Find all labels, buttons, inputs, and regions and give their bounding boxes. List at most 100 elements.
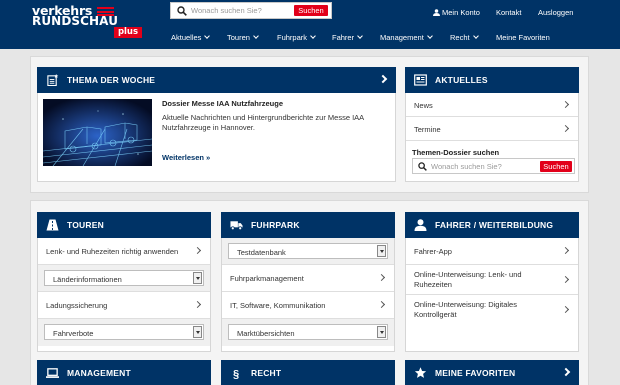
touren-title: TOUREN	[67, 220, 104, 230]
fahrer-title: FAHRER / WEITERBILDUNG	[435, 220, 554, 230]
nav-label: Touren	[227, 33, 250, 42]
aktuelles-header: AKTUELLES	[405, 67, 579, 93]
fuhrpark-row-management[interactable]: Fuhrparkmanagement	[222, 265, 394, 292]
favoriten-header[interactable]: MEINE FAVORITEN	[405, 360, 579, 385]
nav-touren[interactable]: Touren	[227, 33, 259, 42]
recht-title: RECHT	[251, 368, 282, 378]
aktuelles-item-news[interactable]: News	[406, 93, 578, 117]
recht-header[interactable]: § RECHT	[221, 360, 395, 385]
contact-link[interactable]: Kontakt	[496, 8, 521, 17]
chevron-right-icon	[561, 367, 571, 377]
row-label: Termine	[414, 125, 441, 134]
fuhrpark-header[interactable]: FUHRPARK	[221, 212, 395, 238]
touren-header[interactable]: TOUREN	[37, 212, 211, 238]
chevron-down-icon	[310, 33, 316, 39]
row-label: Fahrer-App	[414, 247, 452, 256]
logo-line2: RUNDSCHAU	[32, 14, 119, 28]
logo-plus: plus	[114, 27, 142, 38]
search-icon	[418, 162, 427, 171]
nav-favoriten[interactable]: Meine Favoriten	[496, 33, 550, 42]
truck-icon	[230, 221, 243, 231]
newspaper-icon	[414, 74, 427, 86]
road-icon	[46, 219, 59, 231]
themen-search-label: Themen-Dossier suchen	[412, 148, 500, 157]
row-label: News	[414, 101, 433, 110]
touren-panel: TOUREN Lenk- und Ruhezeiten richtig anwe…	[37, 212, 211, 352]
nav-label: Fuhrpark	[277, 33, 308, 42]
fahrer-row-lenkzeiten[interactable]: Online-Unterweisung: Lenk- und Ruhezeite…	[406, 265, 578, 295]
nav-label: Fahrer	[332, 33, 355, 42]
chevron-right-icon	[561, 305, 570, 314]
themen-search-button[interactable]: Suchen	[540, 161, 572, 172]
select-value: Länderinformationen	[53, 275, 122, 284]
markt-select[interactable]: Marktübersichten	[228, 324, 388, 340]
chevron-right-icon	[378, 74, 388, 84]
chevron-right-icon	[193, 300, 202, 309]
search-button[interactable]: Suchen	[294, 5, 328, 16]
themen-search-input[interactable]	[431, 160, 531, 172]
dropdown-arrow-icon	[377, 326, 386, 338]
chevron-right-icon	[193, 246, 202, 255]
themen-search: Suchen	[412, 158, 575, 174]
dropdown-arrow-icon	[377, 245, 386, 257]
nav-fuhrpark[interactable]: Fuhrpark	[277, 33, 316, 42]
row-label: Online-Unterweisung: Lenk- und Ruhezeite…	[414, 270, 522, 289]
thema-panel: THEMA DER WOCHE Dossier Messe IAA Nutzfa…	[37, 67, 396, 182]
fahrer-panel: FAHRER / WEITERBILDUNG Fahrer-App Online…	[405, 212, 579, 352]
laptop-icon	[46, 368, 59, 378]
fahrverbote-select[interactable]: Fahrverbote	[44, 324, 204, 340]
account-link[interactable]: Mein Konto	[433, 8, 480, 17]
select-value: Fahrverbote	[53, 329, 94, 338]
touren-row-fahrverbote: Fahrverbote	[38, 319, 210, 346]
dossier-headline[interactable]: Dossier Messe IAA Nutzfahrzeuge	[162, 99, 283, 108]
chevron-down-icon	[204, 33, 211, 39]
chevron-down-icon	[426, 33, 433, 39]
fahrer-row-app[interactable]: Fahrer-App	[406, 238, 578, 265]
chevron-right-icon	[561, 100, 570, 109]
nav-label: Recht	[450, 33, 470, 42]
fuhrpark-title: FUHRPARK	[251, 220, 300, 230]
thema-header[interactable]: THEMA DER WOCHE	[37, 67, 396, 93]
fuhrpark-row-it[interactable]: IT, Software, Kommunikation	[222, 292, 394, 319]
nav-fahrer[interactable]: Fahrer	[332, 33, 363, 42]
fahrer-header[interactable]: FAHRER / WEITERBILDUNG	[405, 212, 579, 238]
touren-row-lenkzeiten[interactable]: Lenk- und Ruhezeiten richtig anwenden	[38, 238, 210, 265]
account-label: Mein Konto	[442, 8, 480, 17]
dossier-text: Aktuelle Nachrichten und Hintergrundberi…	[162, 113, 364, 132]
chevron-right-icon	[561, 124, 570, 133]
search-input[interactable]	[191, 4, 291, 17]
laender-select[interactable]: Länderinformationen	[44, 270, 204, 286]
row-label: Ladungssicherung	[46, 301, 108, 310]
thema-image[interactable]	[43, 99, 152, 166]
read-more-link[interactable]: Weiterlesen »	[162, 153, 210, 162]
nav-aktuelles[interactable]: Aktuelles	[171, 33, 211, 42]
user-icon	[414, 219, 427, 231]
row-label: Fuhrparkmanagement	[230, 274, 304, 283]
search-icon	[177, 6, 187, 16]
user-icon	[433, 9, 440, 16]
logout-link[interactable]: Ausloggen	[538, 8, 573, 17]
favoriten-title: MEINE FAVORITEN	[435, 368, 516, 378]
header-search: Suchen	[170, 2, 332, 19]
aktuelles-item-termine[interactable]: Termine	[406, 117, 578, 141]
select-value: Testdatenbank	[237, 248, 286, 257]
star-icon	[414, 367, 427, 378]
aktuelles-panel: AKTUELLES News Termine Themen-Dossier su…	[405, 67, 579, 182]
touren-row-ladung[interactable]: Ladungssicherung	[38, 292, 210, 319]
site-header: verkehrs RUNDSCHAU plus Suchen Mein Kont…	[0, 0, 620, 49]
nav-recht[interactable]: Recht	[450, 33, 479, 42]
touren-row-laender: Länderinformationen	[38, 265, 210, 292]
nav-label: Aktuelles	[171, 33, 202, 42]
svg-text:§: §	[233, 368, 239, 379]
favoriten-panel: MEINE FAVORITEN	[405, 360, 579, 385]
row-label: Online-Unterweisung: Digitales Kontrollg…	[414, 300, 517, 319]
thema-title: THEMA DER WOCHE	[67, 75, 156, 85]
row-label: IT, Software, Kommunikation	[230, 301, 326, 310]
chevron-down-icon	[357, 33, 363, 39]
nav-management[interactable]: Management	[380, 33, 433, 42]
fahrer-row-kontrollgeraet[interactable]: Online-Unterweisung: Digitales Kontrollg…	[406, 295, 578, 325]
fuhrpark-panel: FUHRPARK Testdatenbank Fuhrparkmanagemen…	[221, 212, 395, 352]
site-logo[interactable]: verkehrs RUNDSCHAU plus	[32, 4, 142, 40]
testdatenbank-select[interactable]: Testdatenbank	[228, 243, 388, 259]
management-header[interactable]: MANAGEMENT	[37, 360, 211, 385]
